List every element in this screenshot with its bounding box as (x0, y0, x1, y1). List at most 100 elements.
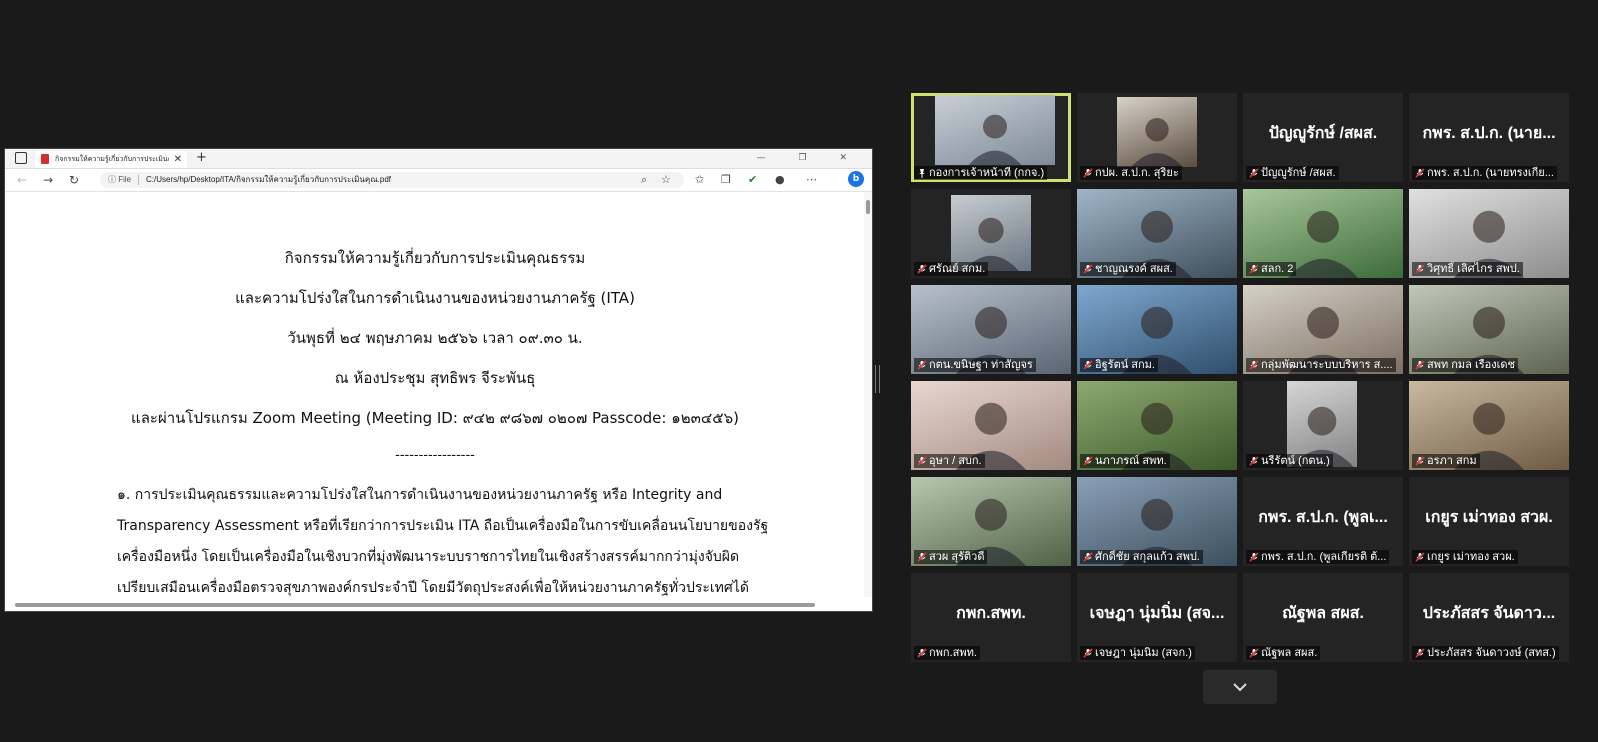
doc-paragraph-line: ๑. การประเมินคุณธรรมและความโปร่งใสในการด… (117, 487, 723, 503)
collections-icon[interactable]: ❐ (721, 172, 731, 188)
participant-tile[interactable]: สวผ สุรัติวดี (911, 477, 1071, 566)
participant-name: ปัญญูรักษ์ /สผส. (1261, 167, 1336, 179)
mic-off-icon (1415, 168, 1425, 178)
participant-tile[interactable]: อุษา / สบก. (911, 381, 1071, 470)
participant-name-label: นภาภรณ์ สพท. (1080, 454, 1170, 468)
participant-name-label: อรภา สกม (1412, 454, 1480, 468)
participant-name-label: เกยูร เม่าทอง สวผ. (1412, 550, 1518, 564)
horizontal-scrollbar[interactable] (13, 601, 863, 609)
mic-off-icon (1083, 456, 1093, 466)
participant-tile[interactable]: เจษฎา นุ่มนิ่ม (สจ... เจษฎา นุ่มนิ่ม (สจก… (1077, 573, 1237, 662)
split-drag-handle[interactable] (875, 365, 880, 393)
participant-tile[interactable]: เกยูร เม่าทอง สวผ. เกยูร เม่าทอง สวผ. (1409, 477, 1569, 566)
participant-display-name: ประภัสสร จันดาว... (1422, 605, 1556, 622)
new-tab-button[interactable]: + (196, 149, 207, 167)
participant-name: นรีรัตน์ (กตน.) (1261, 455, 1330, 467)
back-icon[interactable]: ← (17, 172, 27, 188)
chevron-down-icon (1233, 683, 1247, 692)
participant-name-label: กพก.สพท. (914, 646, 980, 660)
scroll-thumb[interactable] (15, 603, 815, 607)
participant-name: อุษา / สบก. (929, 455, 982, 467)
participant-video (935, 95, 1055, 165)
url-field[interactable]: ⓘ File C:/Users/hp/Desktop/ITA/กิจกรรมให… (100, 172, 684, 188)
mic-off-icon (1083, 168, 1093, 178)
participant-name-label: ประภัสสร จันดาวงษ์ (สทส.) (1412, 646, 1559, 660)
participant-name-label: ศักดิ์ชัย สกุลแก้ว สพป. (1080, 550, 1203, 564)
participant-name: ศักดิ์ชัย สกุลแก้ว สพป. (1095, 551, 1200, 563)
participant-display-name: กพก.สพท. (956, 605, 1026, 622)
participant-tile[interactable]: นรีรัตน์ (กตน.) (1243, 381, 1403, 470)
bing-icon[interactable]: b (848, 171, 864, 187)
participant-tile[interactable]: กพร. ส.ป.ก. (นาย... กพร. ส.ป.ก. (นายทรงเก… (1409, 93, 1569, 182)
participant-tile[interactable]: ชาญณรงค์ สผส. (1077, 189, 1237, 278)
vertical-scrollbar[interactable] (864, 192, 872, 597)
extension-icon[interactable]: ✔ (748, 172, 757, 188)
participant-name-label: กปผ. ส.ป.ก. สุริยะ (1080, 166, 1182, 180)
mic-off-icon (1083, 648, 1093, 658)
participant-tile[interactable]: กปผ. ส.ป.ก. สุริยะ (1077, 93, 1237, 182)
mic-off-icon (1249, 360, 1259, 370)
mic-off-icon (1083, 552, 1093, 562)
participant-tile[interactable]: วิศุทธิ์ เลิศไกร สพป. (1409, 189, 1569, 278)
doc-title-line-2: และความโปร่งใสในการดำเนินงานของหน่วยงานภ… (235, 289, 635, 307)
show-more-button[interactable] (1203, 670, 1277, 704)
mic-off-icon (917, 360, 927, 370)
scroll-thumb[interactable] (866, 200, 870, 214)
participant-tile[interactable]: อิฐรัตน์ สกม. (1077, 285, 1237, 374)
participant-tile[interactable]: กองการเจ้าหน้าที่ (กกจ.) (911, 93, 1071, 182)
participant-video (951, 195, 1031, 271)
participant-name-label: กพร. ส.ป.ก. (พูลเกียรติ ต้... (1246, 550, 1390, 564)
tab-actions-icon[interactable] (15, 152, 27, 164)
mic-off-icon (1249, 456, 1259, 466)
participant-tile[interactable]: ปัญญูรักษ์ /สผส. ปัญญูรักษ์ /สผส. (1243, 93, 1403, 182)
mic-off-icon (1415, 360, 1425, 370)
participant-display-name: เจษฎา นุ่มนิ่ม (สจ... (1089, 605, 1225, 622)
participant-name-label: ปัญญูรักษ์ /สผส. (1246, 166, 1339, 180)
refresh-icon[interactable]: ↻ (69, 172, 79, 188)
shared-screen: กิจกรรมให้ความรู้เกี่ยวกับการประเมินคุณธ… (4, 148, 873, 612)
participant-display-name: เกยูร เม่าทอง สวผ. (1425, 509, 1553, 526)
forward-icon[interactable]: → (43, 172, 53, 188)
participant-name-label: วิศุทธิ์ เลิศไกร สพป. (1412, 262, 1523, 276)
mic-off-icon (917, 648, 927, 658)
participant-tile[interactable]: นภาภรณ์ สพท. (1077, 381, 1237, 470)
participant-tile[interactable]: สลก. 2 (1243, 189, 1403, 278)
doc-paragraph-line: เปรียบเสมือนเครื่องมือตรวจสุขภาพองค์กรปร… (117, 580, 749, 596)
participant-tile[interactable]: สพท กมล เรืองเดช (1409, 285, 1569, 374)
close-icon[interactable]: ✕ (174, 151, 182, 168)
participant-name-label: สลก. 2 (1246, 262, 1297, 276)
participant-name: อิฐรัตน์ สกม. (1095, 359, 1155, 371)
participant-display-name: ณัฐพล สผส. (1282, 605, 1364, 622)
participant-tile[interactable]: กพก.สพท. กพก.สพท. (911, 573, 1071, 662)
mic-off-icon (917, 552, 927, 562)
participant-tile[interactable]: กพร. ส.ป.ก. (พูลเ... กพร. ส.ป.ก. (พูลเกีย… (1243, 477, 1403, 566)
favorites-icon[interactable]: ✩ (695, 172, 704, 188)
participant-tile[interactable]: ประภัสสร จันดาว... ประภัสสร จันดาวงษ์ (สท… (1409, 573, 1569, 662)
profile-icon[interactable]: ● (775, 172, 785, 188)
participant-tile[interactable]: ศักดิ์ชัย สกุลแก้ว สพป. (1077, 477, 1237, 566)
participant-tile[interactable]: กลุ่มพัฒนาระบบบริหาร ส.... (1243, 285, 1403, 374)
participant-name: กพร. ส.ป.ก. (พูลเกียรติ ต้... (1261, 551, 1387, 563)
mic-off-icon (1083, 264, 1093, 274)
mic-off-icon (917, 264, 927, 274)
address-bar: ← → ↻ ⓘ File C:/Users/hp/Desktop/ITA/กิจ… (5, 169, 872, 192)
participant-tile[interactable]: อรภา สกม (1409, 381, 1569, 470)
mic-off-icon (1415, 552, 1425, 562)
participant-name: วิศุทธิ์ เลิศไกร สพป. (1427, 263, 1520, 275)
browser-tab[interactable]: กิจกรรมให้ความรู้เกี่ยวกับการประเมินคุณธ… (35, 151, 187, 168)
participant-name: กพร. ส.ป.ก. (นายทรงเกีย... (1427, 167, 1554, 179)
participant-tile[interactable]: ณัฐพล สผส. ณัฐพล สผส. (1243, 573, 1403, 662)
participant-name-label: ณัฐพล สผส. (1246, 646, 1321, 660)
zoom-icon[interactable]: ⌕ (641, 172, 647, 188)
participant-name: นภาภรณ์ สพท. (1095, 455, 1167, 467)
participant-tile[interactable]: ศรัณย์ สกม. (911, 189, 1071, 278)
participant-tile[interactable]: กตน.ขนิษฐา ท่าสัญจร (911, 285, 1071, 374)
mic-off-icon (1415, 648, 1425, 658)
favorite-icon[interactable]: ☆ (661, 172, 671, 188)
window-controls[interactable]: — ❐ ✕ (757, 149, 862, 168)
participant-name: กปผ. ส.ป.ก. สุริยะ (1095, 167, 1179, 179)
participant-name: กพก.สพท. (929, 647, 977, 659)
pdf-viewer[interactable]: กิจกรรมให้ความรู้เกี่ยวกับการประเมินคุณธ… (5, 192, 872, 611)
more-icon[interactable]: ⋯ (806, 172, 817, 188)
url-text: C:/Users/hp/Desktop/ITA/กิจกรรมให้ความรู… (146, 175, 392, 184)
